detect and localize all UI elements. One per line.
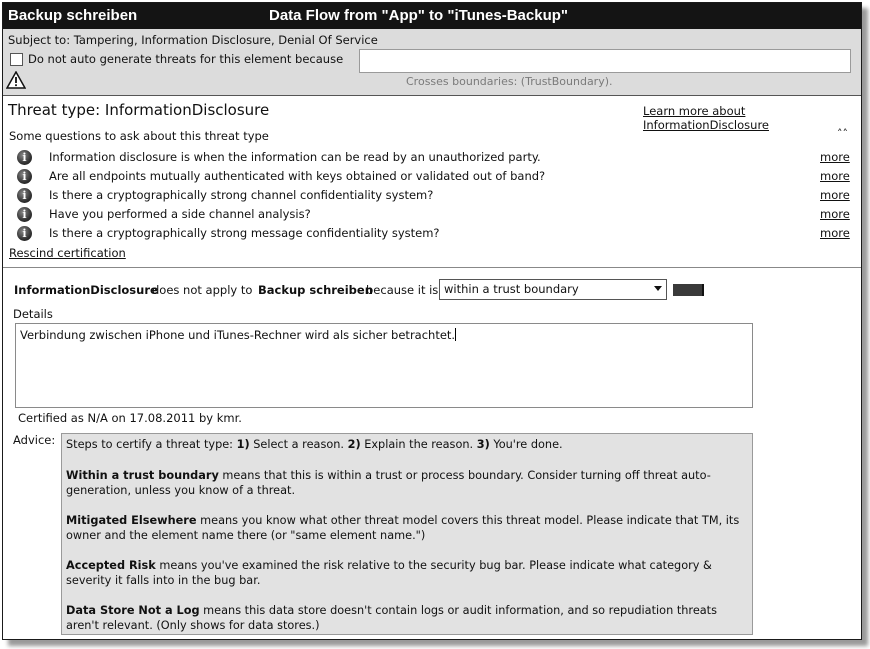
advice-step1-text: Select a reason. <box>249 438 348 451</box>
advice-item: Mitigated Elsewhere means you know what … <box>66 513 748 543</box>
details-textarea[interactable]: Verbindung zwischen iPhone und iTunes-Re… <box>15 323 753 408</box>
question-row: i Is there a cryptographically strong me… <box>3 225 861 244</box>
advice-step3-text: You're done. <box>489 438 563 451</box>
details-text: Verbindung zwischen iPhone und iTunes-Re… <box>20 328 456 342</box>
question-row: i Are all endpoints mutually authenticat… <box>3 168 861 187</box>
info-icon: i <box>17 207 32 222</box>
advice-item: Accepted Risk means you've examined the … <box>66 558 748 588</box>
question-row: i Is there a cryptographically strong ch… <box>3 187 861 206</box>
rescind-certification-link[interactable]: Rescind certification <box>9 246 126 260</box>
advice-step3-num: 3) <box>476 438 490 451</box>
threat-name: InformationDisclosure <box>14 283 158 297</box>
advice-steps: Steps to certify a threat type: 1) Selec… <box>66 437 748 452</box>
question-text: Have you performed a side channel analys… <box>49 207 311 221</box>
text-caret <box>455 328 457 341</box>
questions-heading: Some questions to ask about this threat … <box>9 129 269 143</box>
info-icon: i <box>17 226 32 241</box>
details-label: Details <box>13 307 53 321</box>
subject-to-text: Subject to: Tampering, Information Discl… <box>8 33 378 47</box>
question-text: Is there a cryptographically strong mess… <box>49 226 440 240</box>
certified-element-name: Backup schreiben <box>258 283 373 297</box>
certified-status-text: Certified as N/A on 17.08.2011 by kmr. <box>18 411 242 425</box>
section-divider <box>3 267 861 268</box>
title-bar: Backup schreiben Data Flow from "App" to… <box>3 3 861 29</box>
advice-term: Mitigated Elsewhere <box>66 514 197 527</box>
element-header-panel: Subject to: Tampering, Information Discl… <box>3 29 861 96</box>
advice-steps-prefix: Steps to certify a threat type: <box>66 438 237 451</box>
because-text: because it is <box>366 283 439 297</box>
question-text: Are all endpoints mutually authenticated… <box>49 169 546 183</box>
no-autogen-checkbox[interactable] <box>10 53 23 66</box>
advice-step1-num: 1) <box>236 438 250 451</box>
reason-select[interactable]: within a trust boundary <box>439 279 667 300</box>
question-text: Information disclosure is when the infor… <box>49 150 541 164</box>
reason-select-value: within a trust boundary <box>444 282 579 296</box>
question-more-link[interactable]: more <box>820 169 850 183</box>
advice-term: Data Store Not a Log <box>66 604 200 617</box>
advice-step2-num: 2) <box>347 438 361 451</box>
info-icon: i <box>17 188 32 203</box>
crosses-boundaries-text: Crosses boundaries: (TrustBoundary). <box>406 75 613 88</box>
question-row: i Information disclosure is when the inf… <box>3 149 861 168</box>
question-more-link[interactable]: more <box>820 188 850 202</box>
info-icon: i <box>17 150 32 165</box>
learn-more-link[interactable]: Learn more about InformationDisclosure <box>643 104 861 132</box>
advice-term: Accepted Risk <box>66 559 156 572</box>
advice-panel: Steps to certify a threat type: 1) Selec… <box>61 433 753 635</box>
no-autogen-reason-input[interactable] <box>359 49 851 73</box>
advice-step2-text: Explain the reason. <box>360 438 477 451</box>
certify-button[interactable] <box>673 284 704 296</box>
collapse-chevron-icon[interactable]: ˄˄ <box>837 127 848 140</box>
advice-term: Within a trust boundary <box>66 469 219 482</box>
element-title: Backup schreiben <box>8 7 138 24</box>
question-more-link[interactable]: more <box>820 226 850 240</box>
does-not-apply-text: does not apply to <box>152 283 253 297</box>
warning-triangle-icon <box>6 71 26 89</box>
advice-item: Data Store Not a Log means this data sto… <box>66 603 748 633</box>
no-autogen-label: Do not auto generate threats for this el… <box>28 52 344 66</box>
question-more-link[interactable]: more <box>820 150 850 164</box>
data-flow-title: Data Flow from "App" to "iTunes-Backup" <box>269 7 569 24</box>
threat-type-title: Threat type: InformationDisclosure <box>8 101 270 119</box>
question-more-link[interactable]: more <box>820 207 850 221</box>
advice-item: Within a trust boundary means that this … <box>66 468 748 498</box>
advice-label: Advice: <box>13 433 56 447</box>
question-row: i Have you performed a side channel anal… <box>3 206 861 225</box>
chevron-down-icon <box>654 286 662 291</box>
info-icon: i <box>17 169 32 184</box>
advice-text: means you've examined the risk relative … <box>66 559 712 587</box>
question-text: Is there a cryptographically strong chan… <box>49 188 434 202</box>
threat-certification-window: Backup schreiben Data Flow from "App" to… <box>2 2 862 640</box>
